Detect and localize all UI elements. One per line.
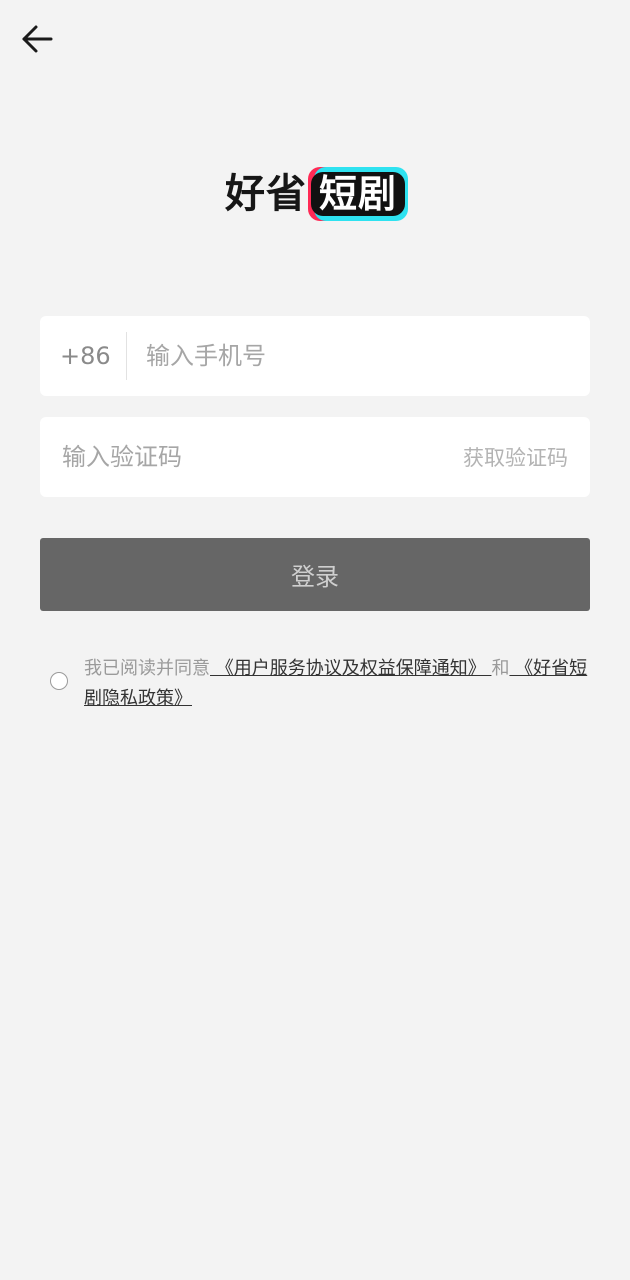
login-button[interactable]: 登录 <box>40 538 590 611</box>
agreement-prefix: 我已阅读并同意 <box>84 658 210 679</box>
country-code[interactable]: +86 <box>40 342 126 370</box>
agree-radio[interactable] <box>50 672 68 690</box>
phone-field: +86 <box>40 316 590 396</box>
agreement-row: 我已阅读并同意 《用户服务协议及权益保障通知》 和 《好省短剧隐私政策》 <box>50 654 590 714</box>
agreement-and: 和 <box>491 658 510 679</box>
get-code-button[interactable]: 获取验证码 <box>463 442 590 472</box>
phone-input[interactable] <box>127 342 590 370</box>
code-field: 获取验证码 <box>40 417 590 497</box>
agreement-text: 我已阅读并同意 《用户服务协议及权益保障通知》 和 《好省短剧隐私政策》 <box>84 654 590 714</box>
logo-text-plain: 好省 <box>224 171 307 217</box>
back-button[interactable] <box>16 18 58 60</box>
logo-boxed: 短剧 <box>307 167 408 221</box>
code-input[interactable] <box>40 443 463 471</box>
user-agreement-link[interactable]: 《用户服务协议及权益保障通知》 <box>210 658 491 679</box>
logo-text-boxed: 短剧 <box>310 172 405 216</box>
app-logo: 好省 短剧 <box>0 166 630 222</box>
arrow-left-icon <box>22 25 53 53</box>
login-page: 好省 短剧 +86 获取验证码 登录 我已阅读并同意 《用户服务协议及权益保障通… <box>0 0 630 1280</box>
